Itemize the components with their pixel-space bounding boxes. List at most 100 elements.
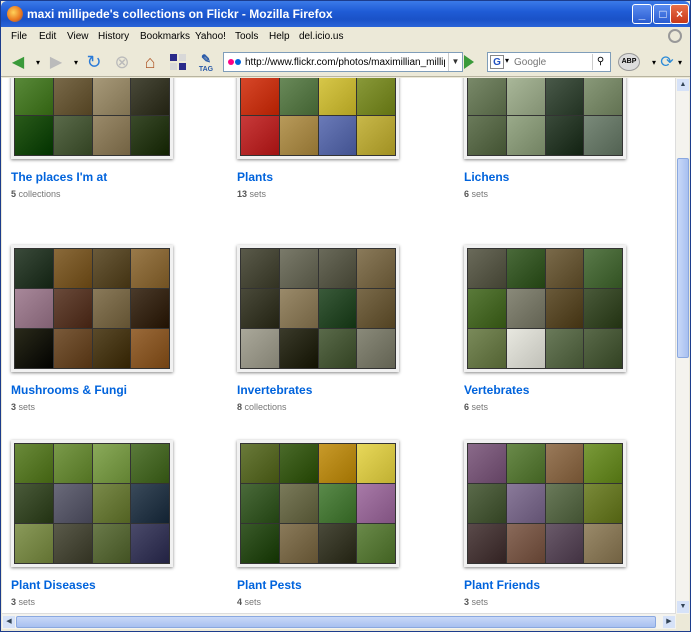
scroll-up-icon[interactable]: ▲ [677, 79, 689, 91]
forward-button[interactable]: ▶ [45, 51, 67, 73]
collection-tile[interactable]: The places I'm at 5 collections [11, 78, 211, 222]
url-text[interactable]: http://www.flickr.com/photos/maximillian… [245, 57, 445, 68]
collection-title-link[interactable]: Invertebrates [237, 383, 312, 397]
mosaic-thumbnail [131, 444, 169, 483]
menu-file[interactable]: File [11, 31, 27, 42]
collection-title-link[interactable]: Lichens [464, 170, 509, 184]
mosaic-thumbnail [53, 116, 92, 155]
flickr-favicon-pink [228, 59, 234, 65]
mosaic-thumbnail [468, 444, 506, 483]
stop-button[interactable]: ⊗ [111, 51, 133, 73]
collection-tile[interactable]: Plant Diseases 3 sets [11, 440, 211, 614]
mosaic-thumbnail [545, 524, 584, 563]
throbber-icon [668, 29, 682, 43]
mosaic-thumbnail [545, 444, 584, 483]
collection-tile[interactable]: Plant Friends 3 sets [464, 440, 664, 614]
collection-title-link[interactable]: Vertebrates [464, 383, 529, 397]
search-box[interactable]: G ▾ ⚲ [487, 52, 611, 72]
mosaic-thumbnail [53, 329, 92, 368]
collection-mosaic[interactable] [237, 440, 399, 567]
search-icon[interactable]: ⚲ [592, 54, 608, 70]
mosaic-thumbnail [15, 329, 53, 368]
menu-view[interactable]: View [67, 31, 89, 42]
mosaic-thumbnail [92, 289, 131, 328]
mosaic-thumbnail [506, 78, 545, 115]
tag-button[interactable]: ✎ TAG [195, 51, 217, 73]
menu-bookmarks[interactable]: Bookmarks [140, 31, 190, 42]
window-title: maxi millipede's collections on Flickr -… [27, 7, 333, 21]
engine-dropdown-icon[interactable]: ▾ [505, 56, 509, 65]
mosaic-thumbnail [131, 484, 169, 523]
menu-tools[interactable]: Tools [235, 31, 258, 42]
menu-history[interactable]: History [98, 31, 129, 42]
mosaic-thumbnail [584, 444, 622, 483]
bookmarks-sidebar-button[interactable] [167, 51, 189, 73]
scroll-left-icon[interactable]: ◀ [3, 616, 15, 628]
mosaic-thumbnail [584, 249, 622, 288]
collection-count: 3 sets [464, 597, 488, 607]
collection-title-link[interactable]: The places I'm at [11, 170, 107, 184]
collection-mosaic[interactable] [11, 245, 173, 372]
mosaic-thumbnail [53, 484, 92, 523]
vertical-scrollbar[interactable]: ▲ ▼ [675, 78, 689, 614]
reload-button[interactable]: ↻ [83, 51, 105, 73]
horizontal-scroll-thumb[interactable] [16, 616, 656, 628]
mosaic-thumbnail [584, 289, 622, 328]
home-button[interactable]: ⌂ [139, 51, 161, 73]
minimize-button[interactable]: _ [632, 4, 652, 24]
collection-title-link[interactable]: Mushrooms & Fungi [11, 383, 127, 397]
collection-mosaic[interactable] [237, 78, 399, 159]
scroll-down-icon[interactable]: ▼ [677, 601, 689, 613]
collection-tile[interactable]: Plants 13 sets [237, 78, 437, 222]
collection-count: 3 sets [11, 597, 35, 607]
mosaic-thumbnail [506, 289, 545, 328]
collection-mosaic[interactable] [464, 245, 626, 372]
collection-title-link[interactable]: Plant Pests [237, 578, 302, 592]
mosaic-thumbnail [357, 289, 395, 328]
menu-bar: File Edit View History Bookmarks Yahoo! … [1, 27, 690, 47]
menu-edit[interactable]: Edit [39, 31, 56, 42]
collection-tile[interactable]: Invertebrates 8 collections [237, 245, 437, 435]
menu-help[interactable]: Help [269, 31, 290, 42]
vertical-scroll-thumb[interactable] [677, 158, 689, 358]
collection-tile[interactable]: Mushrooms & Fungi 3 sets [11, 245, 211, 435]
mosaic-thumbnail [53, 289, 92, 328]
collection-tile[interactable]: Plant Pests 4 sets [237, 440, 437, 614]
sync-dropdown-icon[interactable]: ▾ [673, 51, 687, 73]
close-button[interactable]: × [670, 4, 689, 24]
search-input[interactable] [514, 55, 592, 69]
mosaic-thumbnail [15, 524, 53, 563]
mosaic-thumbnail [357, 78, 395, 115]
mosaic-thumbnail [545, 329, 584, 368]
collection-tile[interactable]: Vertebrates 6 sets [464, 245, 664, 435]
mosaic-thumbnail [545, 289, 584, 328]
collection-mosaic[interactable] [464, 440, 626, 567]
collection-tile[interactable]: Lichens 6 sets [464, 78, 664, 222]
menu-delicious[interactable]: del.icio.us [299, 31, 343, 42]
collection-count: 6 sets [464, 189, 488, 199]
mosaic-thumbnail [131, 524, 169, 563]
menu-yahoo[interactable]: Yahoo! [195, 31, 226, 42]
collection-mosaic[interactable] [11, 78, 173, 159]
collection-title-link[interactable]: Plant Diseases [11, 578, 96, 592]
url-dropdown-icon[interactable]: ▼ [448, 53, 462, 71]
scroll-right-icon[interactable]: ▶ [663, 616, 675, 628]
collection-mosaic[interactable] [237, 245, 399, 372]
go-button[interactable] [464, 55, 474, 69]
mosaic-thumbnail [506, 329, 545, 368]
google-engine-icon[interactable]: G [490, 55, 504, 69]
mosaic-thumbnail [241, 116, 279, 155]
back-button[interactable]: ◀ [7, 51, 29, 73]
horizontal-scrollbar[interactable]: ◀ ▶ [2, 613, 676, 629]
collection-title-link[interactable]: Plants [237, 170, 273, 184]
address-bar[interactable]: http://www.flickr.com/photos/maximillian… [223, 52, 463, 72]
collection-mosaic[interactable] [464, 78, 626, 159]
mosaic-thumbnail [15, 444, 53, 483]
tag-label: TAG [198, 65, 214, 73]
adblock-plus-button[interactable]: ABP [618, 53, 640, 71]
count-number: 13 [237, 189, 248, 199]
collection-mosaic[interactable] [11, 440, 173, 567]
mosaic-thumbnail [506, 484, 545, 523]
collection-title-link[interactable]: Plant Friends [464, 578, 540, 592]
mosaic-thumbnail [468, 249, 506, 288]
